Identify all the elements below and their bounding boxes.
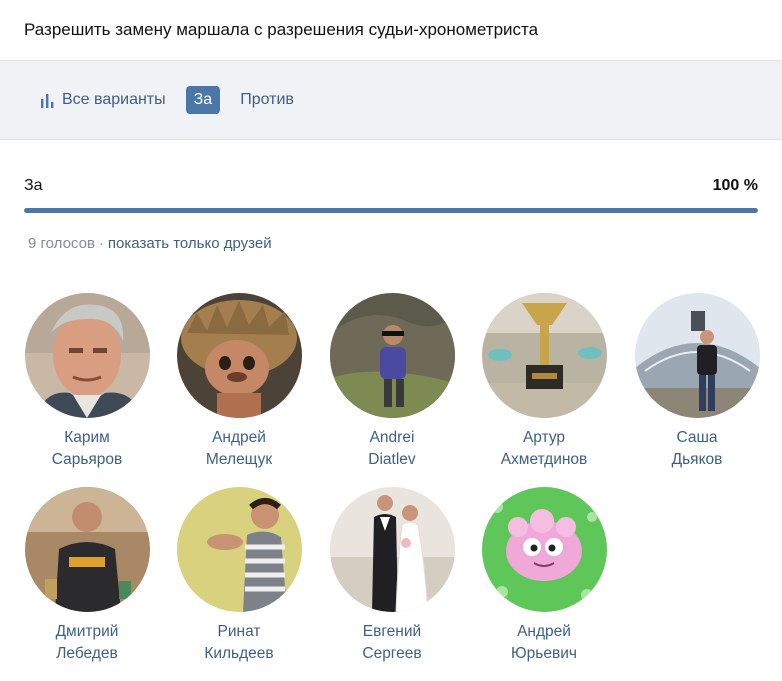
voter-first-name: Саша [676,429,718,446]
avatar[interactable] [634,293,760,418]
votes-count: 9 голосов [28,235,95,252]
meta-separator: · [98,235,104,252]
tabs-bar: Все варианты За Против [0,61,782,140]
poll-title: Разрешить замену маршала с разрешения су… [24,20,539,39]
voter-name[interactable]: Ринат Кильдеев [176,621,302,665]
avatar[interactable] [176,487,302,612]
voter-first-name: Дмитрий [55,623,119,640]
avatar[interactable] [481,487,607,612]
voter-name[interactable]: Артур Ахметдинов [481,427,607,471]
voter-card[interactable]: Дмитрий Лебедев [24,487,150,665]
result-progress-fill [24,208,758,213]
voter-first-name: Ринат [217,623,261,640]
avatar[interactable] [329,487,455,612]
result-percent: 100 % [712,177,758,194]
avatar[interactable] [24,293,150,418]
voter-last-name: Сарьяров [51,451,123,468]
tab-all-options-label: Все варианты [62,91,166,108]
voter-name[interactable]: Andrei Diatlev [329,427,455,471]
voter-first-name: Андрей [517,623,571,640]
tab-against[interactable]: Против [240,86,294,114]
voter-card[interactable]: Саша Дьяков [634,293,760,471]
avatar[interactable] [24,487,150,612]
tab-against-label: Против [240,91,294,108]
voter-name[interactable]: Карим Сарьяров [24,427,150,471]
avatar[interactable] [481,293,607,418]
voter-card[interactable]: Andrei Diatlev [329,293,455,471]
result-progress-bar [24,208,758,213]
voter-first-name: Андрей [212,429,266,446]
voter-name[interactable]: Андрей Юрьевич [481,621,607,665]
voter-first-name: Карим [64,429,110,446]
voter-last-name: Лебедев [56,645,118,662]
voter-card[interactable]: Артур Ахметдинов [481,293,607,471]
voter-name[interactable]: Саша Дьяков [634,427,760,471]
voter-last-name: Ахметдинов [500,451,588,468]
voter-name[interactable]: Евгений Сергеев [329,621,455,665]
result-row: За 100 % [24,177,758,195]
poll-header: Разрешить замену маршала с разрешения су… [0,0,782,61]
voter-first-name: Евгений [362,623,422,640]
result-section: За 100 % 9 голосов · показать только друзе… [0,177,782,252]
tab-all-options[interactable]: Все варианты [40,86,166,114]
voter-card[interactable]: Карим Сарьяров [24,293,150,471]
voter-first-name: Andrei [369,429,415,446]
tab-for-label: За [193,91,213,108]
voter-last-name: Дьяков [671,451,723,468]
voter-last-name: Юрьевич [511,645,577,662]
bar-chart-icon [40,93,55,108]
voter-card[interactable]: Андрей Мелещук [176,293,302,471]
avatar[interactable] [176,293,302,418]
tab-for[interactable]: За [185,86,221,114]
voter-last-name: Кильдеев [204,645,274,662]
voter-name[interactable]: Андрей Мелещук [176,427,302,471]
voter-card[interactable]: Ринат Кильдеев [176,487,302,665]
voter-card[interactable]: Андрей Юрьевич [481,487,607,665]
voter-name[interactable]: Дмитрий Лебедев [24,621,150,665]
voter-card[interactable]: Евгений Сергеев [329,487,455,665]
result-label: За [24,177,43,194]
show-friends-link[interactable]: показать только друзей [108,235,272,252]
voter-last-name: Сергеев [362,645,422,662]
voter-first-name: Артур [522,429,566,446]
voter-last-name: Diatlev [368,451,416,468]
votes-meta: 9 голосов · показать только друзей [24,235,758,252]
voter-last-name: Мелещук [205,451,273,468]
avatar[interactable] [329,293,455,418]
